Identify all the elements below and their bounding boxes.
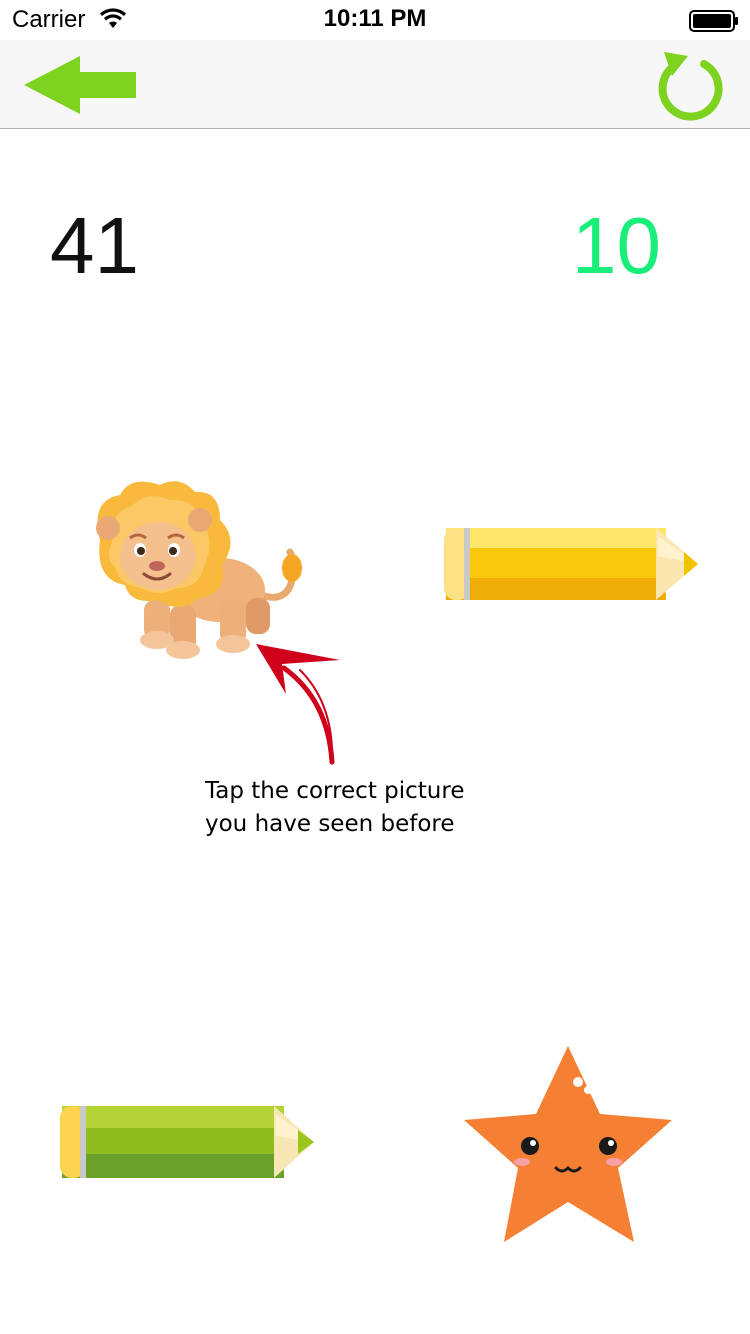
nav-bar <box>0 40 750 129</box>
reload-button[interactable] <box>652 46 728 122</box>
clock-label: 10:11 PM <box>323 5 427 32</box>
pencil-icon <box>60 1106 314 1178</box>
battery-icon <box>689 10 738 32</box>
picture-tile-star[interactable] <box>460 1042 676 1248</box>
score-right: 10 <box>572 201 661 290</box>
picture-tile-green-pencil[interactable] <box>52 1094 320 1186</box>
back-arrow-icon <box>24 56 136 114</box>
hint-arrow-icon <box>256 644 340 765</box>
picture-tile-yellow-pencil[interactable] <box>436 500 706 610</box>
hint-line-1: Tap the correct picture <box>205 778 465 804</box>
pencil-icon <box>444 528 698 600</box>
hint-text: Tap the correct picture you have seen be… <box>205 775 525 841</box>
back-button[interactable] <box>22 54 140 116</box>
star-icon <box>464 1046 672 1242</box>
score-left: 41 <box>50 201 139 290</box>
status-bar: Carrier 10:11 PM <box>0 0 750 40</box>
reload-icon <box>658 52 723 121</box>
hint-line-2: you have seen before <box>205 811 455 837</box>
